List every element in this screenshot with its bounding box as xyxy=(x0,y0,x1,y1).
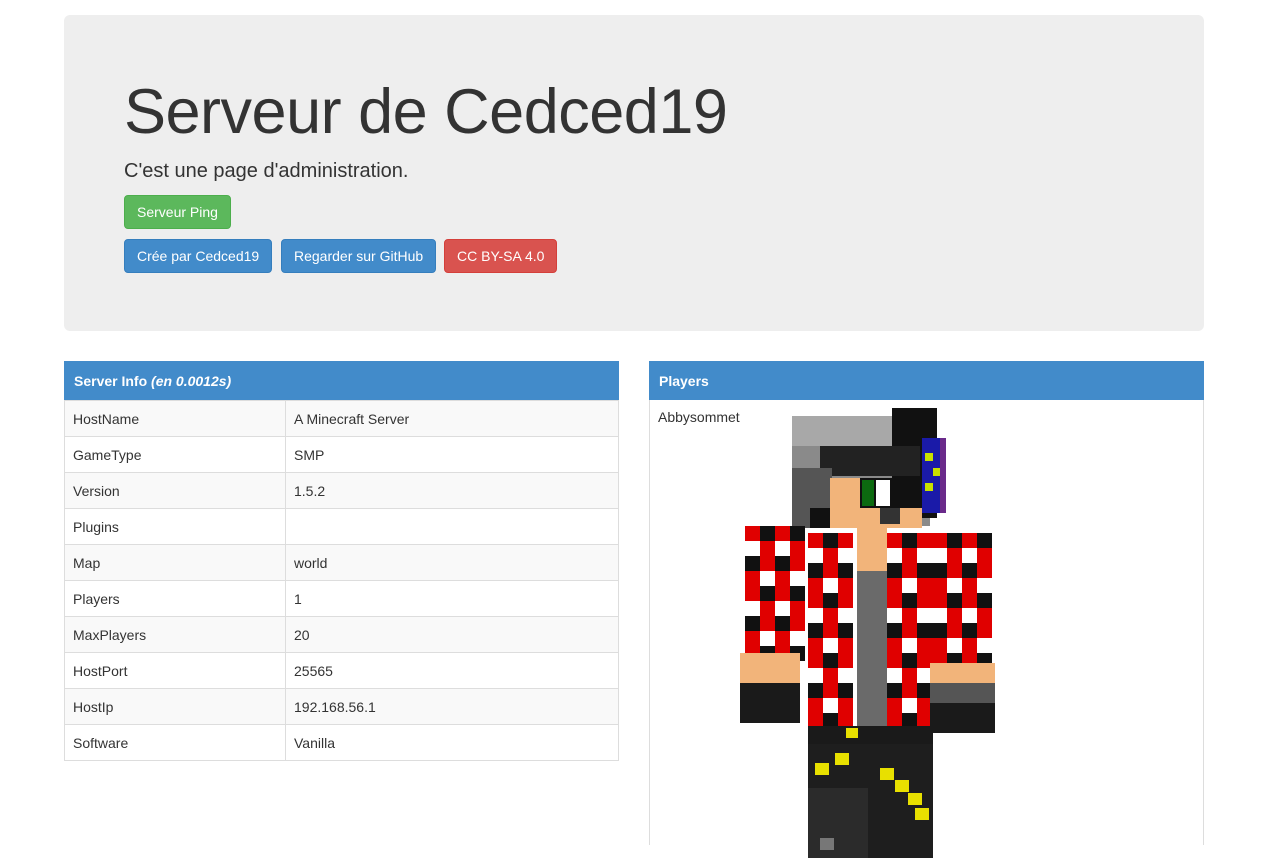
row-value: Vanilla xyxy=(285,724,619,761)
server-info-table: HostName A Minecraft Server GameType SMP Ver… xyxy=(64,400,619,761)
players-heading: Players xyxy=(649,361,1204,400)
page-title: Serveur de Cedced19 xyxy=(124,77,728,147)
row-value: world xyxy=(285,544,619,581)
github-button[interactable]: Regarder sur GitHub xyxy=(281,239,437,273)
server-info-timing: (en 0.0012s) xyxy=(151,373,232,389)
row-value: 20 xyxy=(285,616,619,653)
row-key: Map xyxy=(64,544,286,581)
table-row: GameType SMP xyxy=(64,436,619,473)
player-name: Abbysommet xyxy=(658,409,740,425)
row-key: HostName xyxy=(64,400,286,437)
row-key: HostIp xyxy=(64,688,286,725)
server-ping-button[interactable]: Serveur Ping xyxy=(124,195,231,229)
server-info-panel: Server Info (en 0.0012s) HostName A Minec… xyxy=(64,361,619,761)
row-key: Software xyxy=(64,724,286,761)
table-row: HostName A Minecraft Server xyxy=(64,400,619,437)
row-key: MaxPlayers xyxy=(64,616,286,653)
players-panel: Players Abbysommet xyxy=(649,361,1204,858)
row-value: 1 xyxy=(285,580,619,617)
table-row: Version 1.5.2 xyxy=(64,472,619,509)
jumbotron-header: Serveur de Cedced19 C'est une page d'adm… xyxy=(64,15,1204,331)
server-info-title: Server Info xyxy=(74,373,148,389)
row-key: Plugins xyxy=(64,508,286,545)
row-value xyxy=(285,508,619,545)
table-row: Map world xyxy=(64,544,619,581)
page-subtitle: C'est une page d'administration. xyxy=(124,160,409,182)
table-row: HostIp 192.168.56.1 xyxy=(64,688,619,725)
player-skin-image xyxy=(740,408,995,858)
table-row: Software Vanilla xyxy=(64,724,619,761)
row-value: 192.168.56.1 xyxy=(285,688,619,725)
row-value: A Minecraft Server xyxy=(285,400,619,437)
row-key: Players xyxy=(64,580,286,617)
row-key: Version xyxy=(64,472,286,509)
server-info-heading: Server Info (en 0.0012s) xyxy=(64,361,619,400)
table-row: MaxPlayers 20 xyxy=(64,616,619,653)
license-button[interactable]: CC BY-SA 4.0 xyxy=(444,239,558,273)
row-key: HostPort xyxy=(64,652,286,689)
created-by-button[interactable]: Crée par Cedced19 xyxy=(124,239,273,273)
row-value: 25565 xyxy=(285,652,619,689)
row-value: 1.5.2 xyxy=(285,472,619,509)
table-row: Players 1 xyxy=(64,580,619,617)
table-row: Plugins xyxy=(64,508,619,545)
row-value: SMP xyxy=(285,436,619,473)
players-list: Abbysommet xyxy=(649,400,1204,858)
table-row: HostPort 25565 xyxy=(64,652,619,689)
row-key: GameType xyxy=(64,436,286,473)
